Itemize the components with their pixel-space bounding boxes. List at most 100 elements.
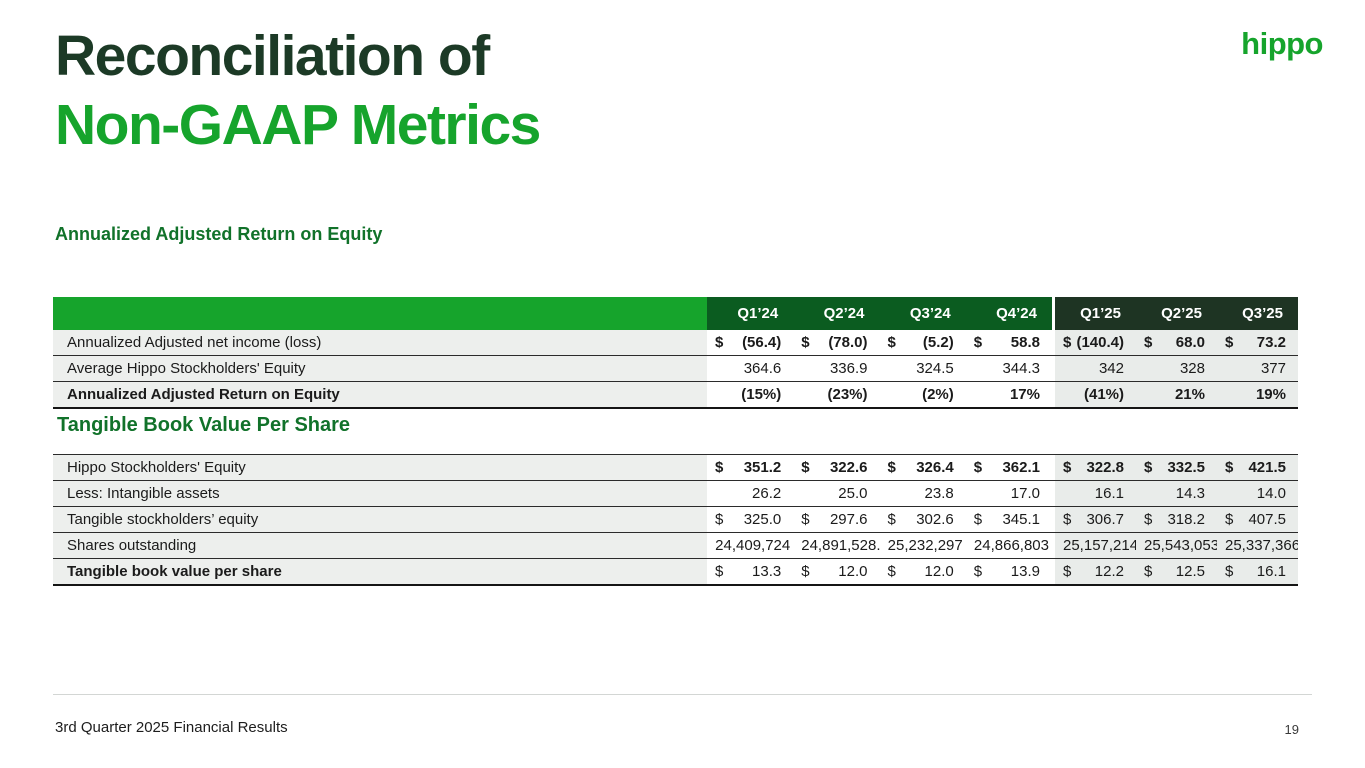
value-text: 342 — [1063, 360, 1136, 377]
value-text: (15%) — [715, 386, 793, 403]
tbv-table: Hippo Stockholders' Equity$351.2$322.6$3… — [53, 454, 1298, 586]
value-cell: (23%) — [793, 382, 879, 407]
value-text: 345.1 — [982, 511, 1052, 528]
value-text: 16.1 — [1063, 485, 1136, 502]
table-row: Less: Intangible assets 26.2 25.023.8 17.0 1… — [53, 481, 1298, 507]
dollar-sign: $ — [801, 563, 809, 580]
value-text: 25.0 — [801, 485, 879, 502]
value-cell: $13.9 — [966, 559, 1052, 584]
page-number: 19 — [1285, 722, 1299, 737]
value-cell: 25,157,214.0 — [1055, 533, 1136, 558]
value-cell: 24,866,803 — [966, 533, 1052, 558]
value-text: 377 — [1225, 360, 1298, 377]
value-cell: $(140.4) — [1055, 330, 1136, 355]
value-text: 351.2 — [723, 459, 793, 476]
value-text: 306.7 — [1071, 511, 1136, 528]
value-text: 12.0 — [810, 563, 880, 580]
value-cell: 21% — [1136, 382, 1217, 407]
value-text: 17.0 — [974, 485, 1052, 502]
value-text: 25,232,297 — [888, 537, 966, 554]
value-cell: 14.3 — [1136, 481, 1217, 506]
table-row: Shares outstanding24,409,72424,891,528.2… — [53, 533, 1298, 559]
dollar-sign: $ — [801, 511, 809, 528]
title-line-2: Non-GAAP Metrics — [55, 91, 540, 160]
value-text: 364.6 — [715, 360, 793, 377]
dollar-sign: $ — [974, 334, 982, 351]
table-row: Average Hippo Stockholders' Equity 364.6 3… — [53, 356, 1298, 382]
value-text: (23%) — [801, 386, 879, 403]
dollar-sign: $ — [1063, 459, 1071, 476]
value-text: 21% — [1144, 386, 1217, 403]
value-cell: 17% — [966, 382, 1052, 407]
value-cell: 26.2 — [707, 481, 793, 506]
value-text: 318.2 — [1152, 511, 1217, 528]
value-text: 12.2 — [1071, 563, 1136, 580]
slide: hippo Reconciliation of Non-GAAP Metrics… — [0, 0, 1365, 768]
value-cell: 328 — [1136, 356, 1217, 381]
row-label: Average Hippo Stockholders' Equity — [53, 356, 707, 381]
dollar-sign: $ — [715, 334, 723, 351]
value-text: 73.2 — [1233, 334, 1298, 351]
value-text: 58.8 — [982, 334, 1052, 351]
dollar-sign: $ — [715, 511, 723, 528]
value-text: 24,866,803 — [974, 537, 1052, 554]
value-cell: $12.0 — [793, 559, 879, 584]
value-cell: $326.4 — [880, 455, 966, 480]
hippo-logo: hippo — [1241, 26, 1323, 62]
dollar-sign: $ — [1144, 563, 1152, 580]
value-text: 362.1 — [982, 459, 1052, 476]
page-title: Reconciliation of Non-GAAP Metrics — [55, 22, 540, 160]
title-line-1: Reconciliation of — [55, 22, 540, 91]
value-text: (78.0) — [810, 334, 880, 351]
column-header: Q1’24 — [707, 297, 793, 330]
value-cell: $12.2 — [1055, 559, 1136, 584]
section-heading-tbv: Tangible Book Value Per Share — [57, 414, 350, 437]
value-cell: $(78.0) — [793, 330, 879, 355]
column-header: Q4’24 — [966, 297, 1052, 330]
value-cell: 377 — [1217, 356, 1298, 381]
dollar-sign: $ — [888, 459, 896, 476]
value-cell: $13.3 — [707, 559, 793, 584]
table-row: Tangible stockholders’ equity$325.0$297.… — [53, 507, 1298, 533]
column-header: Q2’24 — [793, 297, 879, 330]
value-text: 302.6 — [896, 511, 966, 528]
value-cell: $297.6 — [793, 507, 879, 532]
footer-caption: 3rd Quarter 2025 Financial Results — [55, 719, 288, 736]
value-text: 297.6 — [810, 511, 880, 528]
value-text: 17% — [974, 386, 1052, 403]
value-cell: $(56.4) — [707, 330, 793, 355]
row-label: Tangible book value per share — [53, 559, 707, 584]
dollar-sign: $ — [715, 459, 723, 476]
dollar-sign: $ — [801, 459, 809, 476]
table-row: Hippo Stockholders' Equity$351.2$322.6$3… — [53, 455, 1298, 481]
value-text: 26.2 — [715, 485, 793, 502]
value-text: 14.3 — [1144, 485, 1217, 502]
value-cell: $12.5 — [1136, 559, 1217, 584]
column-header: Q2’25 — [1136, 297, 1217, 330]
value-text: 25,543,053 — [1144, 537, 1217, 554]
footer-divider — [53, 694, 1312, 695]
value-cell: $58.8 — [966, 330, 1052, 355]
value-cell: 24,409,724 — [707, 533, 793, 558]
dollar-sign: $ — [1225, 459, 1233, 476]
dollar-sign: $ — [715, 563, 723, 580]
dollar-sign: $ — [1144, 459, 1152, 476]
dollar-sign: $ — [1225, 334, 1233, 351]
row-label: Less: Intangible assets — [53, 481, 707, 506]
value-cell: $306.7 — [1055, 507, 1136, 532]
value-text: 25,157,214.0 — [1063, 537, 1136, 554]
dollar-sign: $ — [801, 334, 809, 351]
value-cell: $362.1 — [966, 455, 1052, 480]
value-cell: 23.8 — [880, 481, 966, 506]
value-text: 325.0 — [723, 511, 793, 528]
value-cell: 14.0 — [1217, 481, 1298, 506]
value-text: (56.4) — [723, 334, 793, 351]
value-cell: $421.5 — [1217, 455, 1298, 480]
value-cell: $68.0 — [1136, 330, 1217, 355]
table-header-row: Q1’24Q2’24Q3’24Q4’24Q1’25Q2’25Q3’25 — [53, 297, 1298, 330]
value-cell: $325.0 — [707, 507, 793, 532]
value-text: 68.0 — [1152, 334, 1217, 351]
value-text: (5.2) — [896, 334, 966, 351]
row-label: Annualized Adjusted Return on Equity — [53, 382, 707, 407]
value-cell: $351.2 — [707, 455, 793, 480]
